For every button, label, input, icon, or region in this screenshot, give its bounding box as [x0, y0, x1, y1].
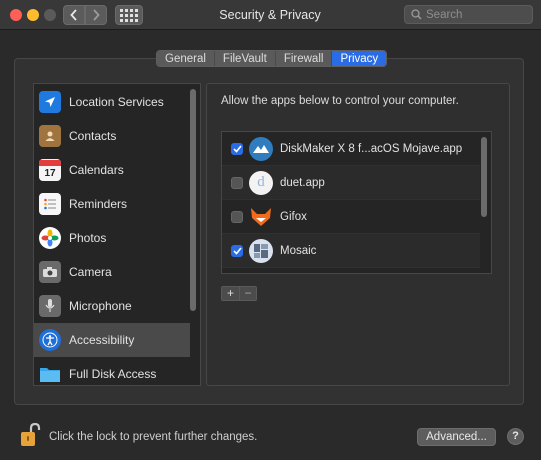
sidebar-item-label: Contacts — [69, 129, 117, 143]
search-icon — [411, 9, 422, 20]
privacy-category-list[interactable]: Location Services Contacts 17 Calendars … — [33, 83, 201, 386]
chevron-right-icon — [93, 9, 100, 21]
minimize-window-button[interactable] — [27, 9, 39, 21]
sidebar-item-label: Calendars — [69, 163, 124, 177]
photos-flower-icon — [39, 227, 61, 249]
sidebar-item-photos[interactable]: Photos — [34, 221, 190, 255]
grid-icon — [120, 8, 138, 22]
sidebar-item-label: Accessibility — [69, 333, 135, 347]
search-input[interactable] — [426, 8, 526, 21]
sidebar-item-contacts[interactable]: Contacts — [34, 119, 190, 153]
sidebar-item-label: Location Services — [69, 95, 164, 109]
sidebar-scrollbar[interactable] — [190, 89, 196, 311]
duet-app-icon: d — [249, 170, 273, 195]
add-app-button[interactable]: + — [222, 287, 239, 300]
tab-general[interactable]: General — [157, 51, 215, 66]
sidebar-item-location-services[interactable]: Location Services — [34, 85, 190, 119]
chevron-left-icon — [70, 9, 77, 21]
window-title: Security & Privacy — [219, 8, 321, 22]
sidebar-item-microphone[interactable]: Microphone — [34, 289, 190, 323]
advanced-button[interactable]: Advanced... — [417, 428, 496, 446]
tab-filevault[interactable]: FileVault — [214, 51, 276, 66]
zoom-window-button[interactable] — [44, 9, 56, 21]
sidebar-item-label: Reminders — [69, 197, 128, 211]
lock-status-text: Click the lock to prevent further change… — [49, 431, 258, 443]
sidebar-item-label: Photos — [69, 231, 107, 245]
app-checkbox-duet[interactable] — [231, 176, 243, 189]
app-icon-partial — [249, 272, 273, 273]
microphone-icon — [39, 295, 61, 317]
app-row-gifox[interactable]: Gifox — [222, 200, 480, 234]
camera-icon — [39, 261, 61, 283]
diskmaker-app-icon — [249, 136, 273, 161]
show-all-button[interactable] — [115, 5, 143, 25]
search-field[interactable] — [404, 5, 533, 24]
sidebar-item-full-disk-access[interactable]: Full Disk Access — [34, 357, 190, 385]
contacts-book-icon — [39, 125, 61, 147]
reminders-list-icon — [39, 193, 61, 215]
lock-icon[interactable] — [19, 422, 41, 448]
tab-firewall[interactable]: Firewall — [275, 51, 333, 66]
sidebar-item-label: Full Disk Access — [69, 367, 157, 381]
app-checkbox-diskmaker[interactable] — [231, 142, 243, 155]
sidebar-item-accessibility[interactable]: Accessibility — [34, 323, 190, 357]
permission-description: Allow the apps below to control your com… — [221, 95, 459, 107]
app-checkbox-mosaic[interactable] — [231, 244, 243, 257]
app-name: Mosaic — [280, 244, 317, 257]
back-button[interactable] — [63, 5, 85, 25]
tab-bar: General FileVault Firewall Privacy — [156, 50, 388, 67]
gifox-fox-icon — [249, 205, 273, 229]
sidebar-item-label: Camera — [69, 265, 112, 279]
app-name: duet.app — [280, 176, 325, 189]
app-name: DiskMaker X 8 f...acOS Mojave.app — [280, 142, 463, 155]
app-row-diskmaker[interactable]: DiskMaker X 8 f...acOS Mojave.app — [222, 132, 480, 166]
app-list-scrollbar[interactable] — [481, 137, 487, 217]
app-checkbox-gifox[interactable] — [231, 210, 243, 223]
sidebar-item-calendars[interactable]: 17 Calendars — [34, 153, 190, 187]
sidebar-item-camera[interactable]: Camera — [34, 255, 190, 289]
calendar-icon: 17 — [39, 159, 61, 181]
mosaic-app-icon — [249, 238, 273, 263]
app-row-partial[interactable] — [222, 268, 480, 273]
folder-icon — [39, 363, 61, 385]
close-window-button[interactable] — [10, 9, 22, 21]
location-arrow-icon — [39, 91, 61, 113]
forward-button[interactable] — [85, 5, 107, 25]
app-row-duet[interactable]: d duet.app — [222, 166, 480, 200]
sidebar-item-reminders[interactable]: Reminders — [34, 187, 190, 221]
tab-privacy[interactable]: Privacy — [332, 51, 387, 66]
app-row-mosaic[interactable]: Mosaic — [222, 234, 480, 268]
app-name: Gifox — [280, 210, 307, 223]
accessibility-icon — [39, 329, 61, 351]
app-list[interactable]: DiskMaker X 8 f...acOS Mojave.app d duet… — [221, 131, 492, 274]
add-remove-control: + − — [221, 286, 257, 301]
remove-app-button[interactable]: − — [239, 287, 256, 300]
title-bar: Security & Privacy — [0, 0, 541, 30]
sidebar-item-label: Microphone — [69, 299, 132, 313]
help-button[interactable]: ? — [507, 428, 524, 445]
